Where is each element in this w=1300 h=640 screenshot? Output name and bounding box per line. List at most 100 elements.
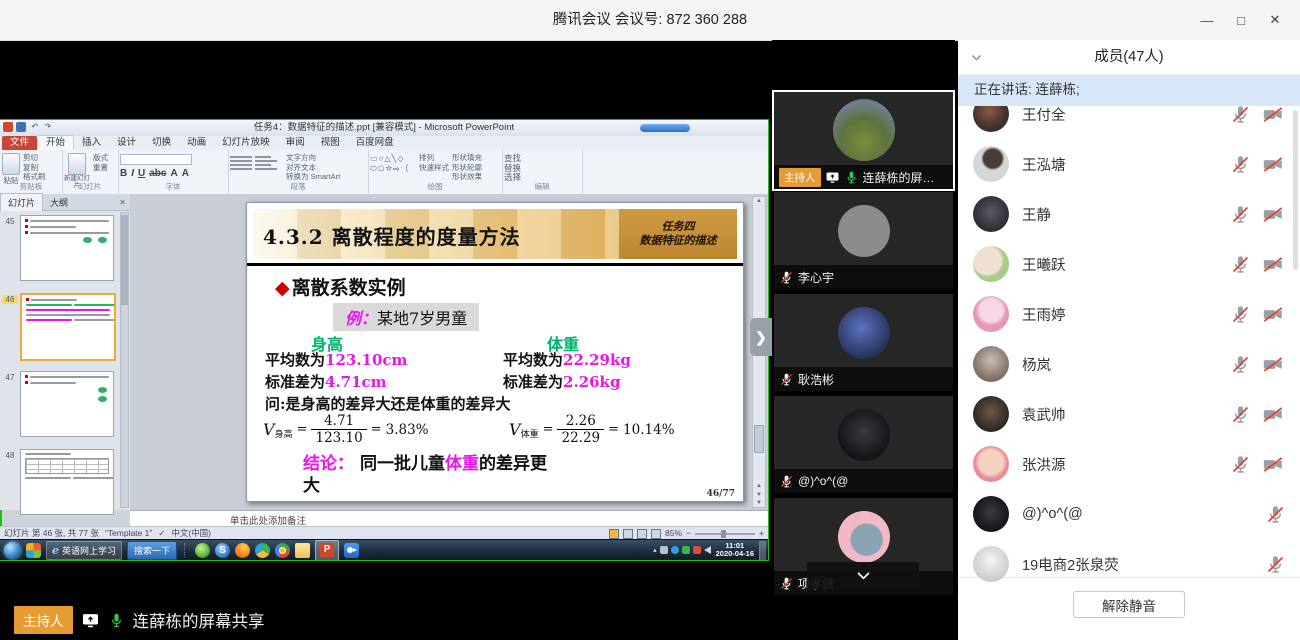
mic-muted-icon[interactable]: [779, 474, 794, 489]
tab-review[interactable]: 审阅: [278, 136, 313, 150]
previous-slide-icon[interactable]: ▲: [753, 483, 765, 489]
firefox-icon[interactable]: [235, 543, 250, 558]
mic-muted-icon[interactable]: [1230, 354, 1251, 375]
bullet-list-icon[interactable]: [230, 156, 252, 170]
close-button[interactable]: ✕: [1258, 12, 1292, 28]
maximize-button[interactable]: □: [1224, 13, 1258, 28]
video-tile[interactable]: @)^o^(@: [774, 396, 953, 493]
tab-slideshow[interactable]: 幻灯片放映: [214, 136, 278, 150]
taskbar-powerpoint-active[interactable]: P: [315, 540, 339, 561]
member-row[interactable]: 袁武帅: [958, 389, 1300, 439]
camera-muted-icon[interactable]: [1260, 254, 1286, 275]
pane-tab-outline[interactable]: 大纲: [43, 194, 75, 211]
browser-360-icon[interactable]: [195, 543, 210, 558]
camera-muted-icon[interactable]: [1260, 404, 1286, 425]
tab-file[interactable]: 文件: [2, 136, 37, 150]
mic-muted-icon[interactable]: [1265, 504, 1286, 525]
unmute-button[interactable]: 解除静音: [1073, 591, 1185, 618]
tray-icon[interactable]: [682, 546, 690, 554]
volume-icon[interactable]: [704, 546, 711, 554]
scroll-up-icon[interactable]: ▲: [753, 198, 765, 204]
video-tile[interactable]: 李心宇: [774, 192, 953, 289]
tab-animations[interactable]: 动画: [179, 136, 214, 150]
arrange-button[interactable]: 排列: [419, 154, 449, 163]
paste-icon[interactable]: [2, 153, 20, 175]
tray-icon[interactable]: [693, 546, 701, 554]
mic-muted-icon[interactable]: [779, 372, 794, 387]
member-row[interactable]: 张洪源: [958, 439, 1300, 489]
grow-font-button[interactable]: A: [170, 168, 177, 179]
minimize-button[interactable]: —: [1190, 13, 1224, 28]
cut-button[interactable]: 剪切: [23, 154, 46, 163]
member-row[interactable]: @)^o^(@: [958, 489, 1300, 539]
camera-muted-icon[interactable]: [1260, 104, 1286, 125]
mic-muted-icon[interactable]: [1230, 154, 1251, 175]
mic-muted-icon[interactable]: [1230, 204, 1251, 225]
expand-panel-button[interactable]: ❯: [750, 318, 772, 356]
explorer-icon[interactable]: [295, 543, 310, 558]
new-slide-icon[interactable]: [68, 153, 86, 175]
slideshow-view-icon[interactable]: [651, 529, 661, 539]
mic-muted-icon[interactable]: [1230, 254, 1251, 275]
text-direction-button[interactable]: 文字方向: [286, 154, 340, 163]
tray-icon[interactable]: [660, 546, 668, 554]
pane-tab-slides[interactable]: 幻灯片: [0, 193, 43, 211]
bold-button[interactable]: B: [120, 168, 127, 179]
shapes-gallery[interactable]: ▭○△╲◇⬭⬠☆⇨（: [370, 154, 416, 174]
align-text-button[interactable]: 对齐文本: [286, 164, 340, 173]
mic-muted-icon[interactable]: [1230, 454, 1251, 475]
slide-thumbnail[interactable]: 48: [0, 449, 118, 521]
mic-muted-icon[interactable]: [1230, 304, 1251, 325]
strikethrough-button[interactable]: abc: [149, 168, 166, 179]
next-slide-icon[interactable]: ▼: [753, 492, 765, 498]
chrome-icon[interactable]: [275, 543, 290, 558]
camera-muted-icon[interactable]: [1260, 354, 1286, 375]
slide-thumbnail[interactable]: 47: [0, 371, 118, 443]
mic-muted-icon[interactable]: [779, 270, 794, 285]
member-row[interactable]: 19电商2张泉荧: [958, 539, 1300, 589]
mic-muted-icon[interactable]: [1265, 554, 1286, 575]
taskbar-clock[interactable]: 11:012020-04-16: [716, 542, 754, 558]
align-icons[interactable]: [255, 156, 277, 170]
member-row[interactable]: 王静: [958, 189, 1300, 239]
pane-close-icon[interactable]: ✕: [119, 198, 126, 207]
copy-button[interactable]: 复制: [23, 164, 46, 173]
tab-transitions[interactable]: 切换: [144, 136, 179, 150]
member-row[interactable]: 王泓塘: [958, 139, 1300, 189]
member-row[interactable]: 杨岚: [958, 339, 1300, 389]
mic-on-icon[interactable]: [844, 170, 859, 185]
app-icon-360[interactable]: [26, 543, 41, 558]
camera-muted-icon[interactable]: [1260, 204, 1286, 225]
tray-expand-icon[interactable]: ▴: [653, 546, 657, 554]
slide-thumbnail[interactable]: 45: [0, 215, 118, 287]
taskbar-ie-window[interactable]: e英语网上学习: [46, 541, 122, 560]
zoom-slider[interactable]: [695, 533, 755, 535]
find-button[interactable]: 查找: [504, 154, 521, 163]
notes-pane[interactable]: 单击此处添加备注: [130, 510, 768, 527]
show-desktop-button[interactable]: [759, 541, 766, 560]
underline-button[interactable]: U: [138, 168, 145, 179]
video-tile[interactable]: 耿浩彬: [774, 294, 953, 391]
taskbar-search-button[interactable]: 搜索一下: [127, 541, 177, 560]
shape-outline-button[interactable]: 形状轮廓: [452, 164, 482, 173]
tray-icon[interactable]: [671, 546, 679, 554]
reset-button[interactable]: 重置: [93, 164, 108, 173]
normal-view-icon[interactable]: [609, 529, 619, 539]
tab-view[interactable]: 视图: [313, 136, 348, 150]
tab-design[interactable]: 设计: [109, 136, 144, 150]
font-name-box[interactable]: [120, 154, 192, 165]
reading-view-icon[interactable]: [637, 529, 647, 539]
start-button[interactable]: [4, 542, 21, 559]
replace-button[interactable]: 替换: [504, 164, 521, 173]
sorter-view-icon[interactable]: [623, 529, 633, 539]
member-row[interactable]: 王雨婷: [958, 289, 1300, 339]
mic-muted-icon[interactable]: [779, 576, 794, 591]
quick-styles-button[interactable]: 快速样式: [419, 164, 449, 173]
slide-canvas[interactable]: 4.3.2 离散程度的度量方法 任务四 数据特征的描述 ◆离散系数实例 例：某地…: [246, 202, 744, 502]
tab-home[interactable]: 开始: [37, 135, 74, 150]
camera-muted-icon[interactable]: [1260, 154, 1286, 175]
collapse-videos-button[interactable]: [807, 562, 919, 589]
tab-baidu-netdisk[interactable]: 百度网盘: [348, 136, 402, 150]
sogou-icon[interactable]: S: [215, 543, 230, 558]
mic-muted-icon[interactable]: [1230, 404, 1251, 425]
